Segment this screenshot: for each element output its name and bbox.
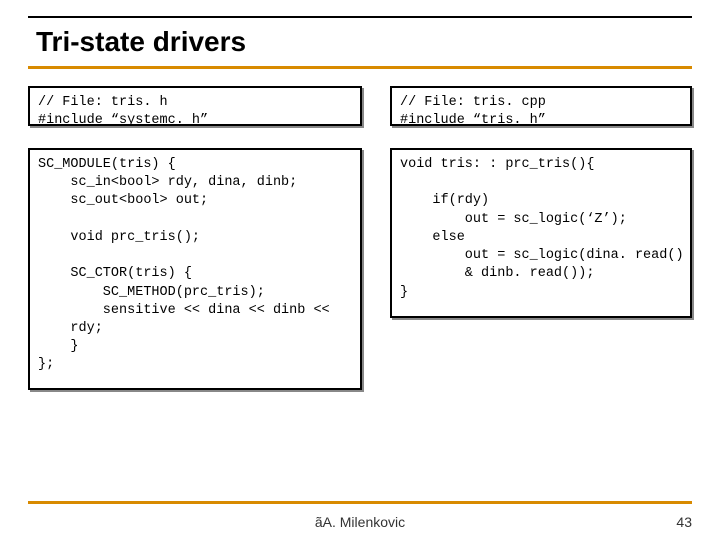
- code-right-body: void tris: : prc_tris(){ if(rdy) out = s…: [390, 148, 692, 318]
- title-underline: [28, 66, 692, 69]
- bottom-divider: [28, 501, 692, 504]
- copyright: ãA. Milenkovic: [0, 514, 720, 530]
- copyright-symbol: ã: [315, 514, 323, 530]
- slide: Tri-state drivers // File: tris. h #incl…: [0, 0, 720, 540]
- code-left-header: // File: tris. h #include “systemc. h”: [28, 86, 362, 126]
- code-left-body: SC_MODULE(tris) { sc_in<bool> rdy, dina,…: [28, 148, 362, 390]
- code-right-header: // File: tris. cpp #include “tris. h”: [390, 86, 692, 126]
- slide-title: Tri-state drivers: [36, 26, 246, 58]
- top-divider: [28, 16, 692, 18]
- copyright-text: A. Milenkovic: [323, 514, 405, 530]
- page-number: 43: [676, 514, 692, 530]
